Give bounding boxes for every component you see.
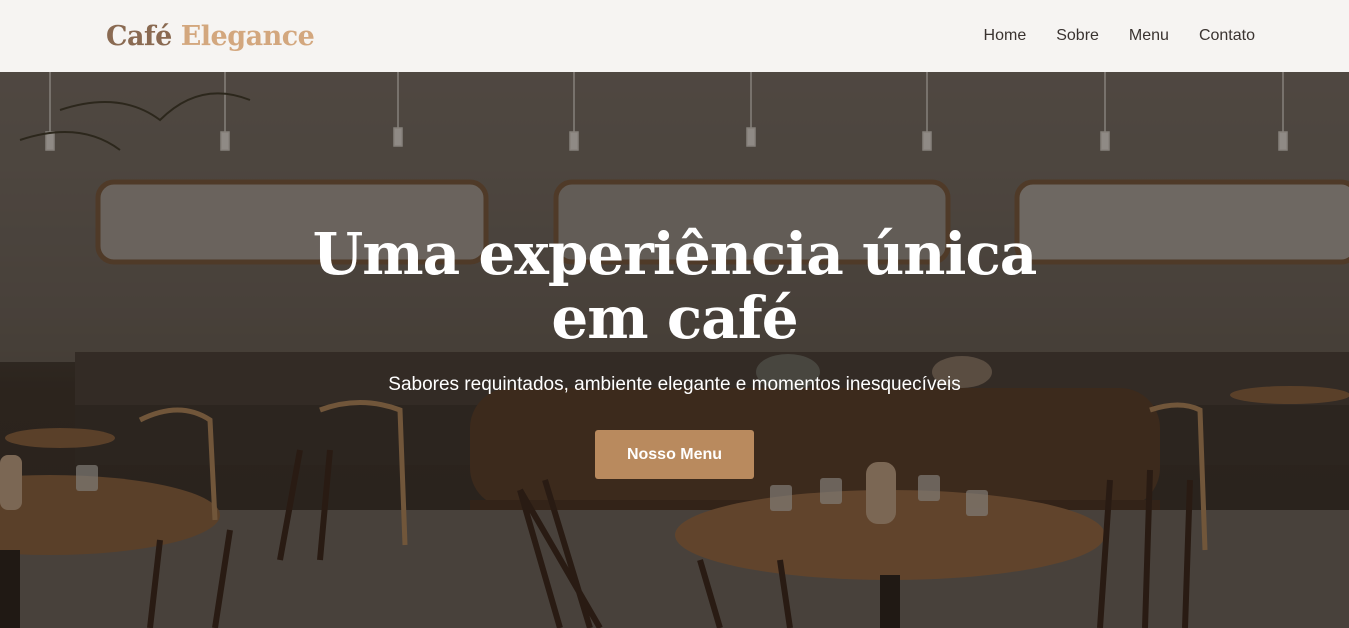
nav-link-home[interactable]: Home xyxy=(984,27,1027,45)
nosso-menu-button[interactable]: Nosso Menu xyxy=(595,430,754,479)
brand-word-1: Café xyxy=(106,20,172,52)
hero-title: Uma experiência única em café xyxy=(312,220,1038,352)
nav-links: Home Sobre Menu Contato xyxy=(984,27,1255,45)
navbar: Café Elegance Home Sobre Menu Contato xyxy=(0,0,1349,72)
hero-subtitle: Sabores requintados, ambiente elegante e… xyxy=(388,374,961,395)
brand-word-2: Elegance xyxy=(180,20,315,52)
nav-link-menu[interactable]: Menu xyxy=(1129,27,1169,45)
hero-content: Uma experiência única em café Sabores re… xyxy=(0,222,1349,479)
nav-link-contato[interactable]: Contato xyxy=(1199,27,1255,45)
brand-logo[interactable]: Café Elegance xyxy=(106,20,315,52)
nav-link-sobre[interactable]: Sobre xyxy=(1056,27,1099,45)
